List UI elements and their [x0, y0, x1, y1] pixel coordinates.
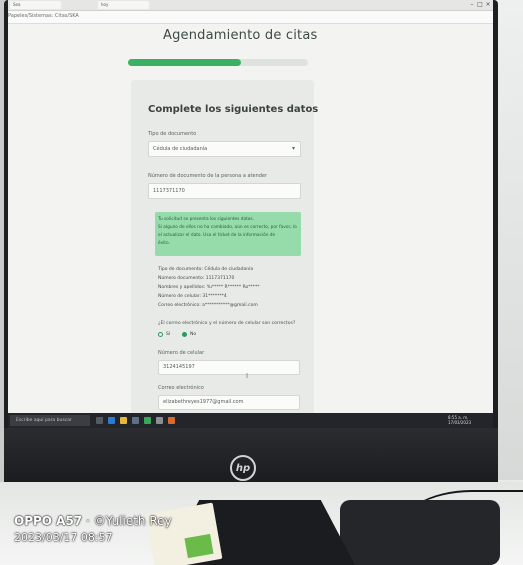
info-doc-type: Tipo de documento: Cédula de ciudadanía [158, 267, 254, 272]
address-bar[interactable] [8, 11, 493, 24]
doc-number-input[interactable]: 1117371170 [148, 183, 301, 199]
alert-line: éxito. [158, 241, 170, 246]
app-icon[interactable] [168, 417, 175, 424]
phone-input[interactable]: 3124145197 [158, 360, 300, 375]
email-label: Correo electrónico [158, 385, 204, 391]
edge-icon[interactable] [108, 417, 115, 424]
stamp-brand: OPPO A57 [14, 514, 83, 528]
info-full-name: Nombres y apellidos: Yu***** R****** Ro*… [158, 285, 260, 290]
store-icon[interactable] [132, 417, 139, 424]
email-value: elizabethreyes1977@gmail.com [163, 399, 244, 405]
radio-yes[interactable] [158, 332, 163, 337]
radio-yes-label: Sí [166, 332, 171, 337]
monitor-screen: Sea hoy – □ × Papeles/Sistemas: Citas/SK… [8, 0, 493, 428]
browser-tab-bar: Sea hoy – □ × [8, 0, 493, 11]
info-phone: Número de celular: 31*******4 [158, 294, 227, 299]
taskbar-search[interactable]: Escribe aquí para buscar [10, 415, 90, 426]
tray-date[interactable]: 17/03/2023 [448, 420, 471, 425]
radio-no-label: No [190, 332, 197, 337]
email-input[interactable]: elizabethreyes1977@gmail.com [158, 395, 300, 410]
stamp-datetime: 2023/03/17 08:57 [14, 531, 113, 544]
info-email: Correo electrónico: a***********@gmail.c… [158, 303, 258, 308]
folder-icon[interactable] [120, 417, 127, 424]
phone-value: 3124145197 [163, 364, 195, 370]
hp-logo-icon: hp [230, 455, 256, 481]
photo-scene: Sea hoy – □ × Papeles/Sistemas: Citas/SK… [0, 0, 523, 565]
doc-number-value: 1117371170 [153, 188, 185, 194]
alert-line: Si alguno de ellos no ha cambiado, aún e… [158, 225, 297, 230]
confirm-question: ¿El correo electrónico y el número de ce… [158, 321, 296, 326]
app-icon[interactable] [156, 417, 163, 424]
maximize-icon[interactable]: □ [476, 1, 484, 8]
browser-tab-label: Sea [13, 2, 21, 7]
info-doc-number: Número documento: 1117371170 [158, 276, 235, 281]
phone-label: Número de celular [158, 350, 205, 356]
progress-bar-fill [128, 59, 242, 66]
paper-card [145, 502, 223, 565]
doc-type-label: Tipo de documento [148, 131, 197, 137]
page-title: Agendamiento de citas [163, 28, 318, 43]
doc-type-value: Cédula de ciudadanía [153, 146, 208, 152]
browser-tab-1[interactable]: Sea [10, 1, 61, 9]
desk-device [340, 500, 500, 565]
text-cursor-icon: I [246, 372, 249, 380]
taskbar-search-placeholder: Escribe aquí para buscar [16, 418, 72, 423]
form-heading: Complete los siguientes datos [148, 104, 319, 115]
chevron-down-icon: ▾ [291, 145, 295, 152]
browser-tab-2[interactable]: hoy [98, 1, 149, 9]
close-icon[interactable]: × [484, 1, 492, 8]
browser-tab-label: hoy [101, 2, 109, 7]
alert-line: Tu solicitud se presenta los siguientes … [158, 217, 255, 222]
photo-stamp: OPPO A57 · ©Yulieth Rey [14, 514, 172, 528]
stamp-author: · ©Yulieth Rey [85, 514, 172, 528]
radio-no[interactable] [182, 332, 187, 337]
progress-bar [128, 59, 308, 66]
minimize-icon[interactable]: – [468, 1, 476, 8]
address-text: Papeles/Sistemas: Citas/SKA [8, 13, 79, 19]
task-view-icon[interactable] [96, 417, 103, 424]
doc-number-label: Número de documento de la persona a aten… [148, 173, 268, 179]
chrome-icon[interactable] [144, 417, 151, 424]
alert-line: el actualizar el dato. Usa el ticket de … [158, 233, 276, 238]
doc-type-select[interactable]: Cédula de ciudadanía ▾ [148, 141, 301, 157]
